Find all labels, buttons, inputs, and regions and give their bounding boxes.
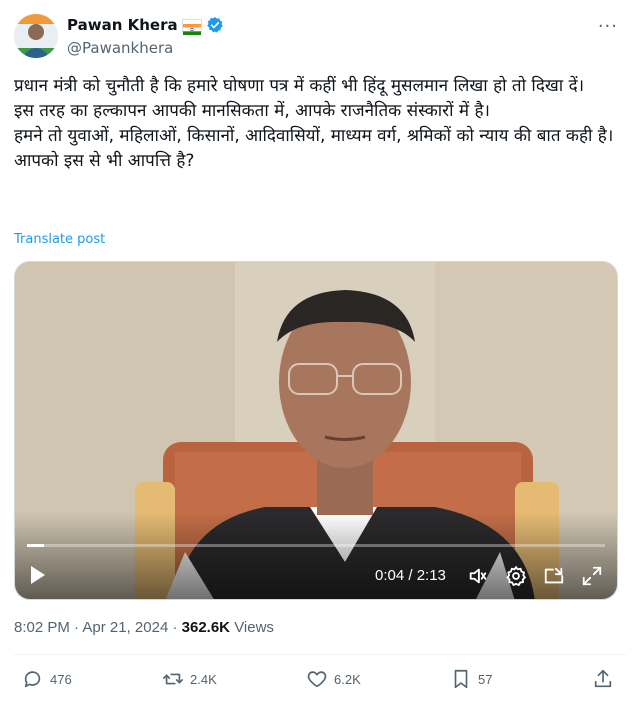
- action-bar: 476 2.4K 6.2K 57: [0, 668, 640, 696]
- divider: [14, 654, 626, 655]
- meta-separator: ·: [172, 619, 178, 636]
- repost-count: 2.4K: [190, 671, 217, 687]
- display-name[interactable]: Pawan Khera: [67, 16, 178, 34]
- tweet-line: आपको इस से भी आपत्ति है?: [14, 151, 195, 171]
- bookmark-count: 57: [478, 671, 493, 687]
- tweet-line: प्रधान मंत्री को चुनौती है कि हमारे घोषण…: [14, 76, 585, 96]
- share-button[interactable]: [592, 668, 614, 690]
- video-progress-fill: [27, 544, 45, 547]
- video-frame: [15, 262, 617, 599]
- india-flag-icon: [181, 18, 202, 35]
- meta-separator: ·: [74, 619, 80, 636]
- post-time[interactable]: 8:02 PM: [14, 619, 70, 636]
- video-player[interactable]: 0:04 / 2:13: [14, 261, 618, 600]
- bookmark-button[interactable]: 57: [450, 668, 492, 690]
- video-progress-bar[interactable]: [27, 544, 605, 547]
- fullscreen-icon[interactable]: [581, 565, 603, 591]
- verified-badge-icon[interactable]: [206, 16, 224, 34]
- avatar[interactable]: [14, 14, 58, 58]
- translate-post-link[interactable]: Translate post: [14, 232, 105, 247]
- heart-icon: [307, 671, 327, 688]
- avatar-image: [14, 14, 58, 58]
- volume-icon[interactable]: [467, 565, 489, 591]
- reply-count: 476: [50, 671, 72, 687]
- views-label: Views: [234, 619, 274, 636]
- share-icon: [594, 669, 612, 688]
- bookmark-icon: [454, 669, 468, 689]
- repost-button[interactable]: 2.4K: [162, 668, 217, 690]
- tweet-meta: 8:02 PM · Apr 21, 2024 · 362.6K Views: [14, 619, 274, 636]
- tweet-line: इस तरह का हल्कापन आपकी मानसिकता में, आपक…: [14, 101, 490, 121]
- views-count: 362.6K: [181, 619, 231, 636]
- like-count: 6.2K: [334, 671, 361, 687]
- tweet-text: प्रधान मंत्री को चुनौती है कि हमारे घोषण…: [14, 74, 626, 174]
- repost-icon: [163, 673, 183, 685]
- play-icon[interactable]: [29, 565, 47, 589]
- post-date[interactable]: Apr 21, 2024: [82, 619, 168, 636]
- settings-gear-icon[interactable]: [505, 565, 527, 591]
- reply-button[interactable]: 476: [22, 668, 72, 690]
- user-handle[interactable]: @Pawankhera: [67, 39, 173, 57]
- more-options-icon[interactable]: ···: [598, 16, 618, 37]
- tweet-line: हमने तो युवाओं, महिलाओं, किसानों, आदिवास…: [14, 126, 614, 146]
- reply-icon: [24, 671, 41, 688]
- picture-in-picture-icon[interactable]: [543, 565, 565, 591]
- like-button[interactable]: 6.2K: [306, 668, 361, 690]
- video-time-display: 0:04 / 2:13: [375, 567, 446, 584]
